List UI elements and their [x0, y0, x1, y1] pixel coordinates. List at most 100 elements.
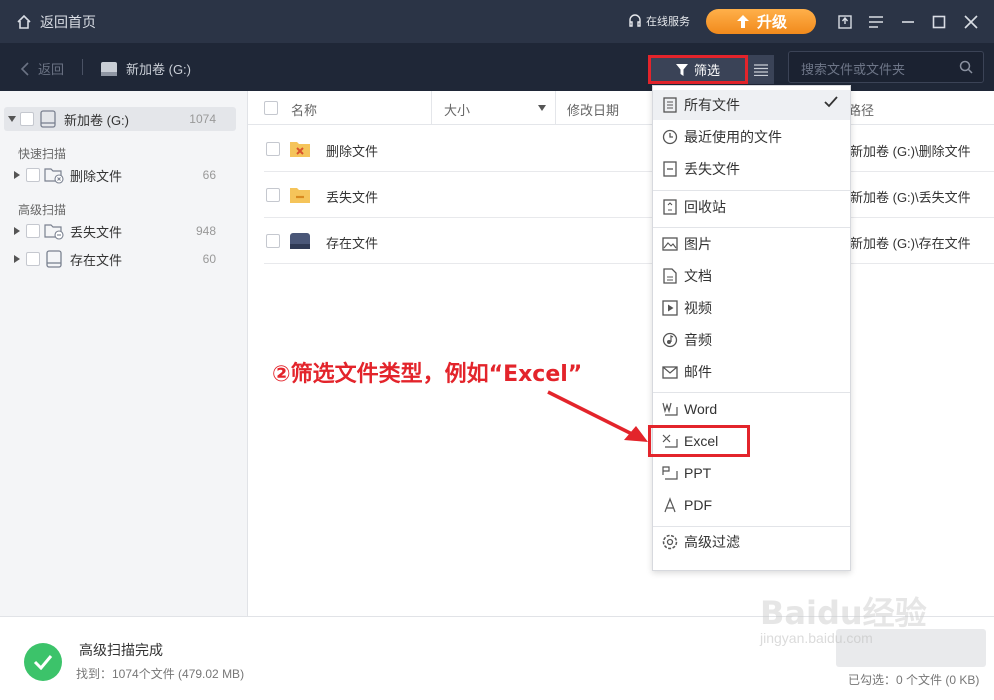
menu-item-label: 最近使用的文件 [684, 129, 782, 145]
checkmark-icon [824, 96, 838, 108]
checkbox[interactable] [26, 168, 40, 182]
column-header-name[interactable]: 名称 [291, 100, 317, 119]
column-header-path[interactable]: 路径 [848, 100, 874, 119]
expand-arrow-icon[interactable] [14, 255, 20, 263]
menu-item-lost-files[interactable]: 丢失文件 [653, 154, 850, 184]
drive-icon [40, 110, 56, 128]
sidebar-item-existing-files[interactable]: 存在文件 60 [4, 247, 236, 271]
search-input[interactable]: 搜索文件或文件夹 [788, 51, 984, 83]
select-all-checkbox[interactable] [264, 101, 278, 115]
menu-item-recycle-bin[interactable]: 回收站 [653, 192, 850, 222]
column-header-modified[interactable]: 修改日期 [567, 100, 619, 119]
sidebar-item-label: 存在文件 [70, 252, 123, 268]
column-divider[interactable] [431, 91, 432, 125]
sidebar-item-deleted-files[interactable]: 删除文件 66 [4, 163, 236, 187]
menu-divider [653, 392, 850, 393]
word-icon [662, 401, 678, 417]
menu-item-images[interactable]: 图片 [653, 229, 850, 259]
sidebar-item-label: 新加卷 (G:) [64, 112, 129, 128]
deleted-folder-icon [44, 168, 64, 184]
excel-highlight-box [648, 425, 750, 457]
menu-item-advanced-filter[interactable]: 高级过滤 [653, 527, 850, 557]
menu-item-label: 高级过滤 [684, 534, 740, 550]
scan-found-summary: 找到：1074个文件 (479.02 MB) [76, 667, 245, 681]
checkbox[interactable] [26, 252, 40, 266]
hamburger-icon [869, 16, 883, 28]
menu-button[interactable] [867, 13, 885, 31]
ppt-icon [662, 465, 678, 481]
menu-item-pdf[interactable]: PDF [653, 490, 850, 520]
sort-down-icon[interactable] [538, 105, 546, 111]
headset-icon [629, 14, 641, 27]
file-name: 删除文件 [326, 144, 379, 159]
drive-icon [46, 250, 62, 268]
menu-item-label: 图片 [684, 236, 712, 252]
back-button[interactable]: 返回 [20, 59, 64, 78]
upgrade-button[interactable]: 升级 [706, 9, 816, 34]
view-toggle-button[interactable] [748, 55, 774, 84]
current-drive: 新加卷 (G:) [100, 59, 191, 78]
drive-icon [290, 233, 310, 249]
search-icon[interactable] [959, 60, 973, 74]
expand-arrow-icon[interactable] [14, 227, 20, 235]
menu-item-mail[interactable]: 邮件 [653, 357, 850, 387]
menu-item-documents[interactable]: 文档 [653, 261, 850, 291]
menu-item-recent-files[interactable]: 最近使用的文件 [653, 122, 850, 152]
sidebar: 新加卷 (G:) 1074 快速扫描 删除文件 66 高级扫描 丢失文件 948… [0, 91, 248, 616]
home-icon [17, 14, 31, 29]
sidebar-item-lost-files[interactable]: 丢失文件 948 [4, 219, 236, 243]
feedback-button[interactable] [836, 13, 854, 31]
row-checkbox[interactable] [266, 142, 280, 156]
menu-item-audio[interactable]: 音频 [653, 325, 850, 355]
table-row[interactable]: 存在文件 新加卷 (G:)\存在文件 [264, 218, 994, 264]
home-button[interactable]: 返回首页 [16, 12, 96, 32]
table-row[interactable]: 删除文件 新加卷 (G:)\删除文件 [264, 126, 994, 172]
advanced-filter-icon [662, 534, 678, 550]
selected-summary: 已勾选：0 个文件 (0 KB) [848, 673, 980, 687]
table-row[interactable]: 丢失文件 新加卷 (G:)\丢失文件 [264, 172, 994, 218]
sidebar-item-root-drive[interactable]: 新加卷 (G:) 1074 [4, 107, 236, 131]
close-button[interactable] [962, 13, 980, 31]
pdf-icon [662, 497, 678, 513]
scan-status-title: 高级扫描完成 [79, 642, 163, 658]
file-table-header: 名称 大小 修改日期 路径 [248, 91, 994, 125]
menu-item-videos[interactable]: 视频 [653, 293, 850, 323]
recycle-bin-icon [662, 199, 678, 215]
sidebar-item-count: 66 [202, 168, 216, 182]
maximize-button[interactable] [930, 13, 948, 31]
menu-item-label: 邮件 [684, 364, 712, 380]
filter-button[interactable]: 筛选 [648, 55, 748, 84]
drive-icon [101, 61, 117, 76]
lost-file-icon [662, 161, 678, 177]
menu-item-word[interactable]: Word [653, 394, 850, 424]
menu-item-label: 视频 [684, 300, 712, 316]
file-path: 新加卷 (G:)\删除文件 [850, 144, 971, 159]
toolbar-divider [82, 59, 83, 75]
column-header-size[interactable]: 大小 [444, 100, 470, 119]
online-service-button[interactable]: 在线服务 [628, 13, 690, 29]
menu-item-label: 音频 [684, 332, 712, 348]
row-checkbox[interactable] [266, 188, 280, 202]
online-service-label: 在线服务 [646, 16, 690, 28]
mail-icon [662, 364, 678, 380]
menu-item-label: PPT [684, 465, 712, 481]
file-name: 丢失文件 [326, 190, 379, 205]
column-divider[interactable] [555, 91, 556, 125]
expand-arrow-icon[interactable] [14, 171, 20, 179]
expand-arrow-icon[interactable] [8, 116, 16, 122]
checkbox[interactable] [20, 112, 34, 126]
menu-item-all-files[interactable]: 所有文件 [653, 90, 850, 120]
menu-item-ppt[interactable]: PPT [653, 458, 850, 488]
minimize-icon [902, 21, 914, 23]
search-placeholder: 搜索文件或文件夹 [801, 62, 906, 77]
checkbox[interactable] [26, 224, 40, 238]
menu-divider [653, 227, 850, 228]
sidebar-item-label: 丢失文件 [70, 224, 123, 240]
deep-scan-heading: 高级扫描 [18, 203, 67, 217]
tutorial-annotation: ②筛选文件类型，例如“Excel” [272, 362, 583, 387]
minimize-button[interactable] [899, 13, 917, 31]
quick-scan-heading: 快速扫描 [18, 147, 67, 161]
row-checkbox[interactable] [266, 234, 280, 248]
menu-divider [653, 190, 850, 191]
menu-item-label: 所有文件 [684, 97, 740, 113]
